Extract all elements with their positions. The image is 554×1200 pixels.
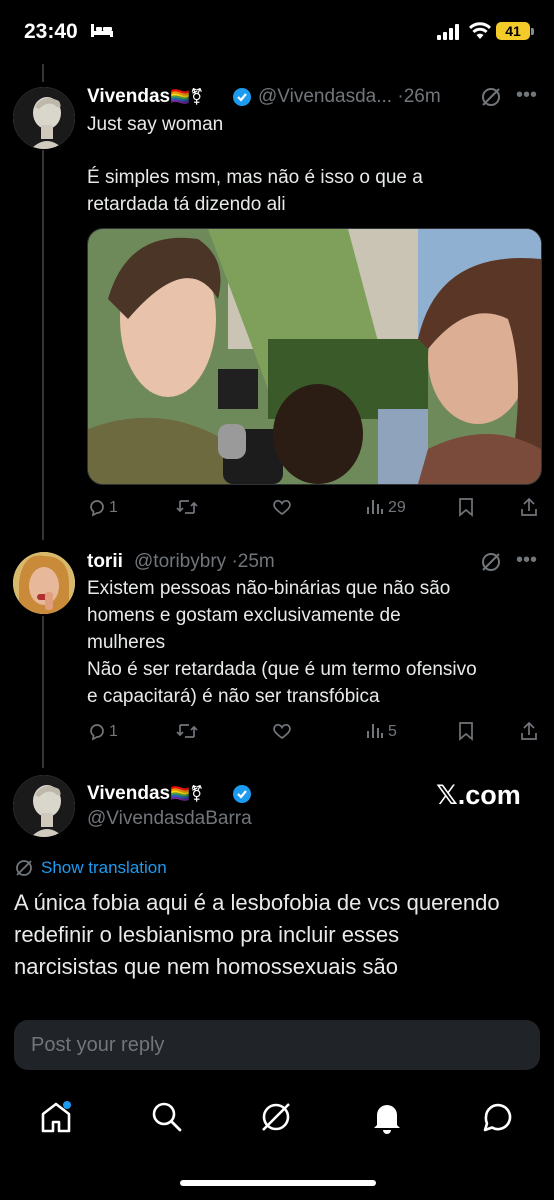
show-translation-link[interactable]: Show translation bbox=[41, 858, 167, 878]
views-icon bbox=[367, 724, 383, 738]
thread-line-2 bbox=[42, 616, 44, 768]
post1-name-text: Vivendas bbox=[87, 86, 171, 107]
reply-icon bbox=[90, 500, 104, 517]
views-button[interactable] bbox=[366, 721, 384, 744]
post1-text-line2: É simples msm, mas não é isso o que a bbox=[87, 167, 423, 188]
post1-media-image[interactable] bbox=[87, 228, 542, 485]
views-icon bbox=[367, 500, 383, 514]
heart-icon bbox=[273, 499, 291, 516]
reply-icon bbox=[90, 724, 104, 741]
share-icon bbox=[521, 721, 537, 740]
wifi-icon bbox=[469, 22, 491, 39]
post1-reply-count: 1 bbox=[109, 499, 118, 516]
post3-text-line2: redefinir o lesbianismo pra incluir esse… bbox=[14, 922, 400, 947]
avatar-vivendas[interactable] bbox=[13, 87, 75, 149]
post1-meta: @Vivendasda... ·26m bbox=[258, 86, 441, 108]
post2-text-line4: Não é ser retardada (que é um termo ofen… bbox=[87, 659, 477, 680]
status-time: 23:40 bbox=[24, 20, 78, 43]
bookmark-icon bbox=[459, 498, 473, 517]
heart-icon bbox=[273, 723, 291, 740]
post2-text-line3: mulheres bbox=[87, 632, 166, 653]
grok-translate-icon bbox=[16, 860, 32, 876]
nav-home[interactable] bbox=[40, 1100, 72, 1139]
grok-icon[interactable] bbox=[480, 86, 502, 108]
torii-avatar-image bbox=[13, 552, 75, 614]
avatar-torii[interactable] bbox=[13, 552, 75, 614]
interview-photo bbox=[88, 229, 541, 484]
share-button[interactable] bbox=[520, 497, 538, 522]
more-options-icon[interactable]: ••• bbox=[516, 549, 537, 572]
post2-text-line2: homens e gostam exclusivamente de bbox=[87, 605, 401, 626]
post2-time[interactable]: 25m bbox=[238, 551, 275, 572]
message-bubble-icon bbox=[483, 1103, 512, 1132]
post3-text-line3: narcisistas que nem homossexuais são bbox=[14, 954, 398, 979]
thread-line-1 bbox=[42, 150, 44, 540]
post2-view-count: 5 bbox=[388, 723, 397, 740]
repost-button[interactable] bbox=[176, 721, 198, 746]
post1-display-name[interactable]: Vivendas🏳️‍🌈⚧ bbox=[87, 86, 203, 108]
post1-name-emoji: 🏳️‍🌈⚧ bbox=[170, 89, 204, 106]
sleep-focus-icon bbox=[91, 24, 113, 37]
nav-grok[interactable] bbox=[259, 1100, 293, 1139]
post1-view-count: 29 bbox=[388, 499, 406, 516]
thread-line-top bbox=[42, 64, 44, 82]
repost-icon bbox=[176, 500, 198, 514]
post2-reply-count: 1 bbox=[109, 723, 118, 740]
post2-text-line5: e capacitará) é não ser transfóbica bbox=[87, 686, 380, 707]
like-button[interactable] bbox=[272, 497, 292, 522]
avatar-vivendas-main[interactable] bbox=[13, 775, 75, 837]
nav-search[interactable] bbox=[150, 1100, 184, 1139]
grok-icon bbox=[262, 1103, 290, 1131]
battery-indicator: 41 bbox=[496, 22, 530, 40]
statue-avatar-image bbox=[13, 87, 75, 149]
repost-icon bbox=[176, 724, 198, 738]
nav-messages[interactable] bbox=[481, 1100, 515, 1139]
repost-button[interactable] bbox=[176, 497, 198, 522]
post2-text-line1: Existem pessoas não-binárias que não são bbox=[87, 578, 451, 599]
post3-display-name[interactable]: Vivendas🏳️‍🌈⚧ bbox=[87, 783, 203, 805]
home-indicator-bar bbox=[180, 1180, 376, 1186]
bookmark-button[interactable] bbox=[458, 497, 474, 522]
share-icon bbox=[521, 497, 537, 516]
bookmark-icon bbox=[459, 722, 473, 741]
post1-time[interactable]: 26m bbox=[404, 86, 441, 107]
more-options-icon[interactable]: ••• bbox=[516, 84, 537, 107]
post1-text-line3: retardada tá dizendo ali bbox=[87, 194, 286, 215]
bookmark-button[interactable] bbox=[458, 721, 474, 746]
battery-tip bbox=[531, 28, 534, 35]
x-brand-watermark: 𝕏.com bbox=[436, 780, 521, 810]
grok-icon[interactable] bbox=[480, 551, 502, 573]
post2-display-name[interactable]: torii bbox=[87, 551, 123, 573]
home-icon bbox=[41, 1101, 71, 1133]
verified-badge-icon bbox=[233, 88, 251, 106]
post3-name-emoji: 🏳️‍🌈⚧ bbox=[170, 786, 204, 803]
post2-meta: @toribybry ·25m bbox=[134, 551, 275, 573]
like-button[interactable] bbox=[272, 721, 292, 746]
cellular-signal-icon bbox=[437, 24, 459, 40]
post1-text-line1: Just say woman bbox=[87, 114, 224, 135]
bell-icon bbox=[374, 1105, 400, 1134]
post3-text-line1: A única fobia aqui é a lesbofobia de vcs… bbox=[14, 890, 500, 915]
views-button[interactable] bbox=[366, 497, 384, 520]
verified-badge-icon bbox=[233, 785, 251, 803]
reply-button[interactable] bbox=[87, 721, 107, 746]
reply-input-placeholder[interactable]: Post your reply bbox=[31, 1034, 164, 1057]
share-button[interactable] bbox=[520, 721, 538, 746]
search-icon bbox=[152, 1102, 182, 1132]
statue-avatar-image bbox=[13, 775, 75, 837]
post1-handle[interactable]: @Vivendasda... bbox=[258, 86, 392, 107]
post2-handle[interactable]: @toribybry bbox=[134, 551, 226, 572]
post3-name-text: Vivendas bbox=[87, 783, 171, 804]
reply-button[interactable] bbox=[87, 497, 107, 522]
nav-notifications[interactable] bbox=[371, 1100, 403, 1139]
post3-handle[interactable]: @VivendasdaBarra bbox=[87, 808, 252, 830]
